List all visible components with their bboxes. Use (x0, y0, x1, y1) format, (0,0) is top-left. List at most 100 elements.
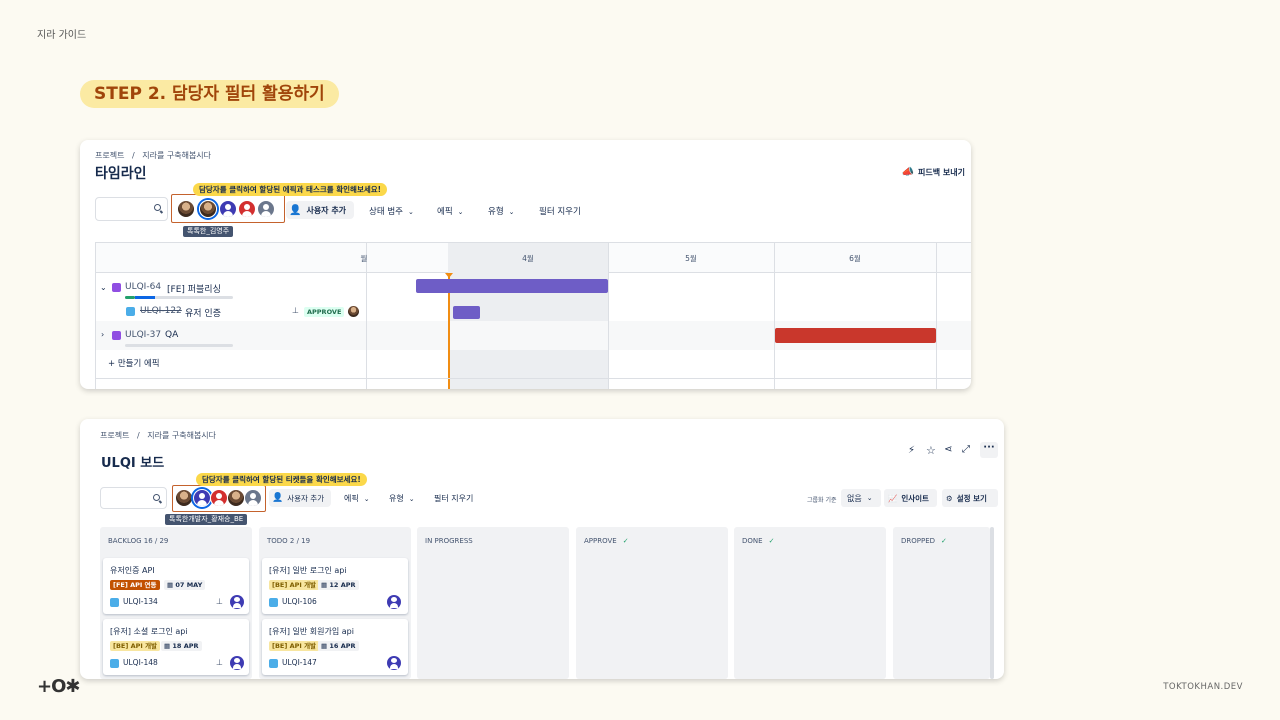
ticket-card[interactable]: [유저] 소셜 로그인 api [BE] API 개발 ▦ 18 APR ULQ… (103, 619, 249, 675)
ticket-card[interactable]: [유저] 일반 로그인 api [BE] API 개발 ▦ 12 APR ULQ… (262, 558, 408, 614)
breadcrumb-project[interactable]: 프로젝트 (100, 431, 129, 440)
progress-bar (125, 296, 233, 299)
scrollbar[interactable] (990, 527, 994, 679)
timeline-grid: 월 4월 5월 6월 ⌄ ULQI-64 [FE] 퍼블리싱 ULQI-122 … (95, 242, 971, 389)
fullscreen-icon[interactable]: ⤢ (962, 444, 970, 455)
insight-button[interactable]: 📈 인사이트 (884, 489, 937, 507)
add-user-button[interactable]: 👤 사용자 추가 (269, 489, 331, 507)
epic-bar[interactable] (775, 328, 936, 343)
toktokhan-logo: +O✱ (37, 676, 80, 697)
share-icon[interactable]: ⋖ (944, 444, 952, 455)
epic-label: [BE] API 개발 (269, 580, 320, 590)
avatar (348, 306, 359, 317)
avatar-name-tooltip: 톡톡한개발자_황재승_BE (165, 514, 248, 525)
epic-label: [BE] API 개발 (269, 641, 320, 651)
clear-filters-button[interactable]: 필터 지우기 (539, 205, 581, 217)
ticket-title: [유저] 일반 로그인 api (269, 566, 347, 575)
chevron-down-icon: ⌄ (363, 495, 370, 503)
column-header: BACKLOG 16 / 29 (108, 537, 169, 545)
breadcrumb-project[interactable]: 프로젝트 (95, 151, 124, 160)
epic-bar[interactable] (416, 279, 608, 293)
board-column-dropped: DROPPED ✓ (893, 527, 990, 679)
epic-filter[interactable]: 에픽 ⌄ (344, 493, 370, 504)
star-icon[interactable]: ☆ (926, 444, 936, 457)
collapse-chevron[interactable]: › (101, 330, 104, 339)
avatar[interactable] (175, 489, 193, 507)
ticket-key: ULQI-106 (282, 597, 317, 606)
create-epic-button[interactable]: + 만들기 에픽 (108, 357, 160, 369)
board-column-in-progress: IN PROGRESS (417, 527, 569, 679)
avatar[interactable] (257, 200, 275, 218)
epic-filter[interactable]: 에픽 ⌄ (437, 205, 464, 217)
board-column-done: DONE ✓ (734, 527, 886, 679)
group-by-label: 그룹화 기준 (807, 497, 837, 504)
expand-chevron[interactable]: ⌄ (100, 283, 107, 292)
doc-label: 지라 가이드 (37, 30, 87, 41)
feedback-button[interactable]: 📣 피드백 보내기 (902, 167, 965, 178)
step-title: STEP 2. 담당자 필터 활용하기 (80, 80, 339, 108)
column-header: DONE ✓ (742, 537, 775, 545)
hint-tooltip: 담당자를 클릭하여 할당된 에픽과 태스크를 확인해보세요! (193, 183, 388, 196)
task-icon (126, 307, 135, 316)
month-header: 5월 (685, 254, 697, 263)
task-icon (269, 659, 278, 668)
view-settings-button[interactable]: ⚙ 설정 보기 (942, 489, 998, 507)
breadcrumb: 프로젝트 / 지라를 구축해봅시다 (100, 431, 217, 440)
task-icon (269, 598, 278, 607)
ticket-card[interactable]: [유저] 일반 회원가입 api [BE] API 개발 ▦ 16 APR UL… (262, 619, 408, 675)
page-title: ULQI 보드 (101, 456, 165, 471)
epic-label: [BE] API 개발 (110, 641, 161, 651)
search-input[interactable] (95, 197, 168, 221)
task-key[interactable]: ULQI-122 (140, 306, 182, 316)
due-date: ▦ 16 APR (318, 641, 359, 651)
avatar-selected[interactable] (199, 200, 217, 218)
type-filter[interactable]: 유형 ⌄ (488, 205, 515, 217)
avatar[interactable] (219, 200, 237, 218)
assignee-filter (175, 489, 265, 509)
group-by-select[interactable]: 없음 ⌄ (841, 489, 881, 507)
epic-key[interactable]: ULQI-37 (125, 330, 161, 340)
add-user-icon: 👤 (289, 204, 302, 216)
epic-title[interactable]: QA (165, 330, 178, 340)
due-date: ▦ 18 APR (161, 641, 202, 651)
breadcrumb-space[interactable]: 지라를 구축해봅시다 (142, 151, 211, 160)
settings-icon: ⚙ (946, 493, 953, 503)
search-input[interactable] (100, 487, 167, 509)
avatar[interactable] (177, 200, 195, 218)
avatar-selected[interactable] (193, 489, 211, 507)
avatar (230, 656, 244, 670)
avatar[interactable] (227, 489, 245, 507)
epic-title[interactable]: [FE] 퍼블리싱 (167, 282, 221, 295)
status-category-filter[interactable]: 상태 범주 ⌄ (369, 205, 414, 217)
task-bar[interactable] (453, 306, 480, 319)
megaphone-icon: 📣 (901, 167, 915, 178)
ticket-key: ULQI-134 (123, 597, 158, 606)
task-title[interactable]: 유저 인증 (185, 306, 221, 319)
avatar[interactable] (238, 200, 256, 218)
more-icon[interactable]: ··· (980, 442, 998, 458)
ticket-title: [유저] 소셜 로그인 api (110, 627, 188, 636)
ticket-card[interactable]: 유저인증 API [FE] API 연동 ▦ 07 MAY ULQI-134 ⊥ (103, 558, 249, 614)
epic-key[interactable]: ULQI-64 (125, 282, 161, 292)
due-date: ▦ 12 APR (318, 580, 359, 590)
automation-icon[interactable]: ⚡ (908, 445, 915, 456)
column-header: APPROVE ✓ (584, 537, 629, 545)
clear-filters-button[interactable]: 필터 지우기 (434, 493, 473, 504)
breadcrumb-space[interactable]: 지라를 구축해봅시다 (147, 431, 216, 440)
ticket-title: 유저인증 API (110, 566, 155, 575)
chart-icon: 📈 (888, 493, 898, 503)
type-filter[interactable]: 유형 ⌄ (389, 493, 415, 504)
hierarchy-icon: ⊥ (216, 597, 223, 606)
column-header: IN PROGRESS (425, 537, 473, 545)
month-header: 4월 (522, 254, 534, 263)
chevron-down-icon: ⌄ (508, 208, 515, 216)
avatar (230, 595, 244, 609)
add-user-button[interactable]: 👤 사용자 추가 (286, 201, 354, 219)
assignee-filter (177, 200, 277, 220)
avatar[interactable] (244, 489, 262, 507)
avatar[interactable] (210, 489, 228, 507)
hint-tooltip: 담당자를 클릭하여 할당된 티켓들을 확인해보세요! (196, 473, 367, 486)
page-title: 타임라인 (95, 166, 147, 182)
chevron-down-icon: ⌄ (866, 494, 873, 502)
hierarchy-icon: ⊥ (292, 306, 299, 315)
